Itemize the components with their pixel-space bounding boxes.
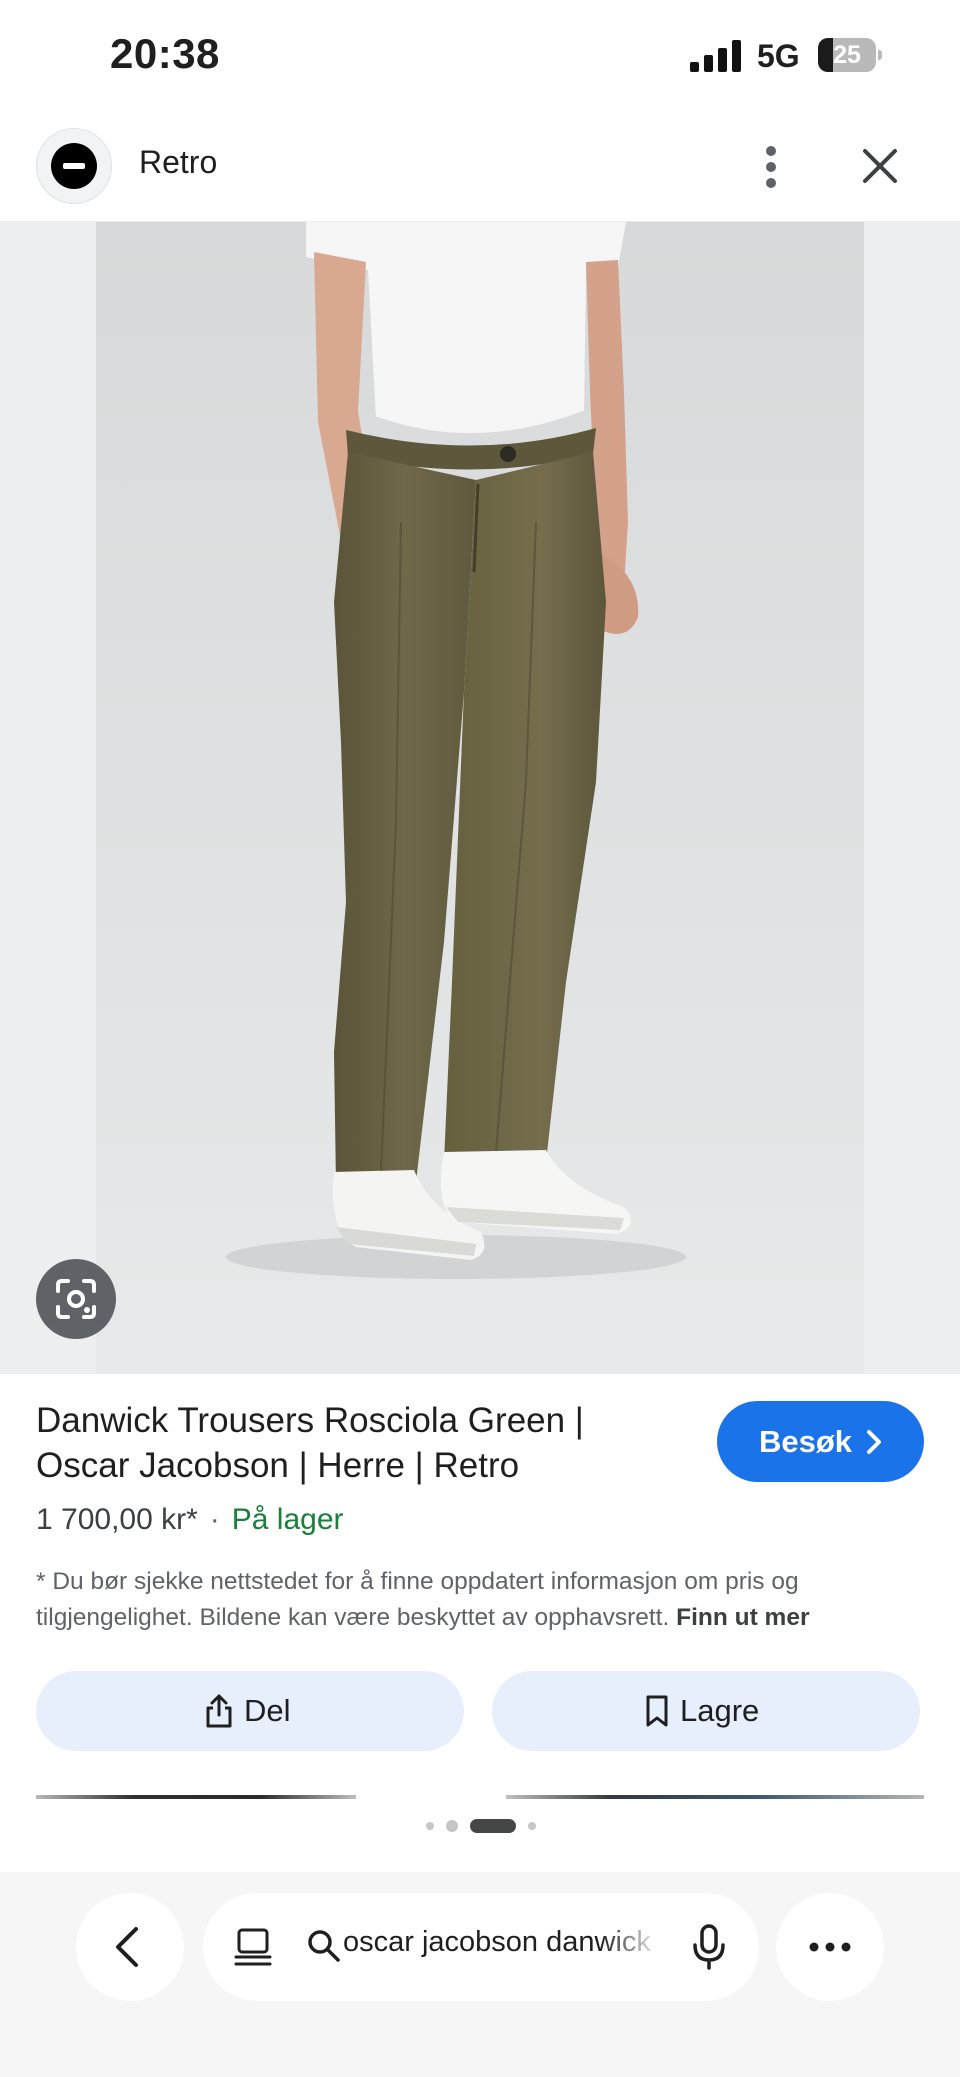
product-title[interactable]: Danwick Trousers Rosciola Green | Oscar … — [36, 1398, 676, 1488]
pager-dot[interactable] — [426, 1822, 434, 1830]
back-button[interactable] — [76, 1893, 184, 2001]
disclaimer: * Du bør sjekke nettstedet for å finne o… — [36, 1564, 916, 1636]
pager-dot[interactable] — [528, 1822, 536, 1830]
product-price: 1 700,00 kr* — [36, 1503, 198, 1536]
visit-button[interactable]: Besøk — [717, 1401, 924, 1482]
menu-button[interactable] — [776, 1893, 884, 2001]
retro-logo-icon — [51, 143, 97, 189]
save-button[interactable]: Lagre — [492, 1671, 920, 1751]
vertical-dots-icon — [766, 146, 776, 188]
lens-icon — [56, 1279, 96, 1319]
visit-label: Besøk — [759, 1424, 853, 1459]
availability-status: På lager — [231, 1503, 344, 1536]
battery-level: 25 — [833, 41, 861, 69]
more-options-button[interactable] — [746, 130, 796, 204]
bottom-navigation: oscar jacobson danwick trousers — [0, 1872, 960, 2077]
related-thumbnail[interactable] — [506, 1795, 924, 1799]
search-bar[interactable]: oscar jacobson danwick trousers — [203, 1893, 759, 2001]
site-name[interactable]: Retro — [139, 144, 217, 181]
status-bar: 20:38 5G 25 — [0, 0, 960, 112]
search-icon — [308, 1930, 340, 1962]
mic-icon[interactable] — [691, 1923, 727, 1971]
visual-search-button[interactable] — [36, 1259, 116, 1339]
chevron-left-icon — [116, 1927, 138, 1967]
learn-more-link[interactable]: Finn ut mer — [676, 1604, 809, 1631]
bookmark-icon — [646, 1695, 668, 1727]
share-button[interactable]: Del — [36, 1671, 464, 1751]
related-thumbnail[interactable] — [36, 1795, 356, 1799]
pager-dot-active[interactable] — [470, 1819, 516, 1833]
related-results-strip[interactable] — [36, 1795, 924, 1799]
signal-icon — [690, 40, 741, 72]
save-label: Lagre — [680, 1693, 760, 1728]
separator-dot: · — [209, 1503, 220, 1536]
product-image — [96, 222, 864, 1374]
product-image-area[interactable] — [0, 222, 960, 1374]
image-pager — [426, 1819, 536, 1833]
price-row: 1 700,00 kr* · På lager — [36, 1503, 344, 1537]
network-type: 5G — [757, 38, 800, 74]
site-logo[interactable] — [36, 128, 112, 204]
battery-indicator: 25 — [818, 38, 882, 72]
status-time: 20:38 — [110, 30, 220, 77]
tabs-icon[interactable] — [233, 1927, 273, 1967]
chevron-right-icon — [867, 1430, 881, 1454]
share-icon — [206, 1694, 232, 1728]
close-icon — [863, 149, 897, 183]
pager-dot[interactable] — [446, 1820, 458, 1832]
horizontal-dots-icon — [809, 1942, 851, 1952]
close-button[interactable] — [852, 138, 908, 194]
result-header: Retro — [0, 112, 960, 222]
share-label: Del — [244, 1693, 291, 1728]
